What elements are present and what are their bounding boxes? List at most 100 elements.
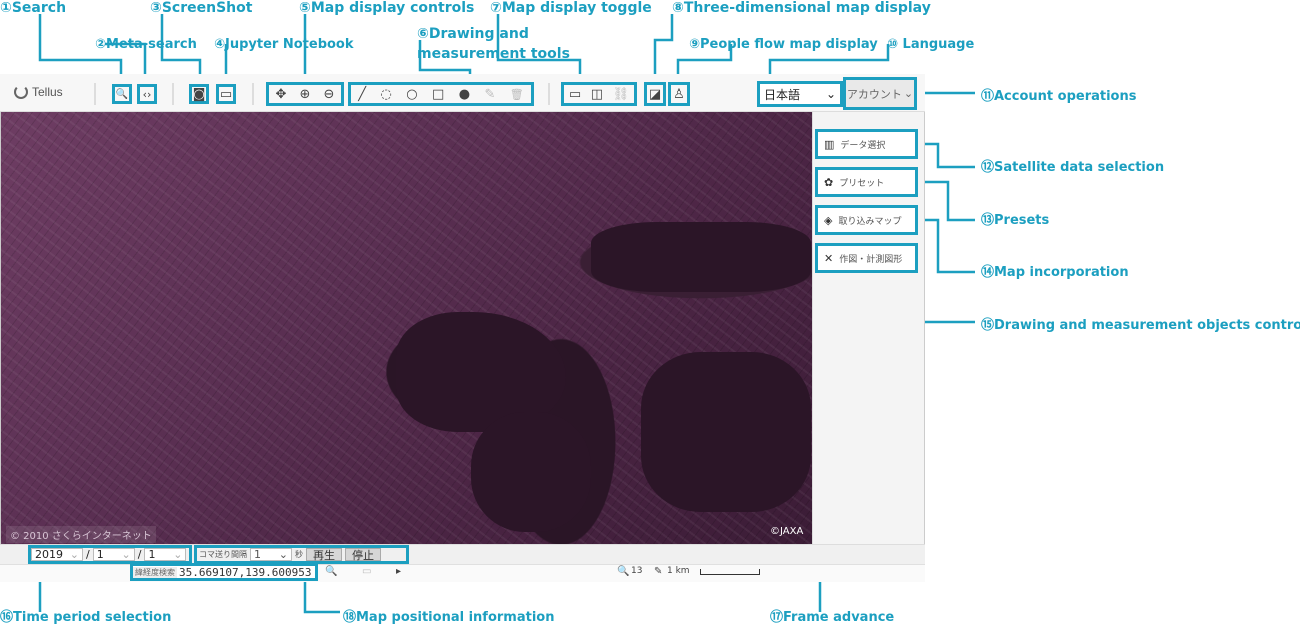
satellite-data-selection-button[interactable]: ▥ データ選択 (815, 129, 918, 159)
month-select[interactable]: 1 ⌄ (92, 548, 135, 561)
meta-search-icon: ‹› (142, 87, 152, 101)
seconds-unit: 秒 (295, 550, 303, 559)
map-display-toggle: ▭ ◫ ⛓ (561, 82, 637, 106)
toolbar-divider (94, 83, 96, 105)
drawing-measurement-tools: ╱ ◌ ○ □ ● ✎ 🗑 (348, 82, 534, 106)
map-credit-left: © 2010 さくらインターネット (6, 526, 156, 543)
person-icon: ♙ (673, 86, 685, 102)
logo-text: Tellus (32, 85, 63, 99)
layers-icon: ◈ (824, 213, 833, 227)
side-btn-label: プリセット (839, 178, 885, 189)
rectangle-tool-icon[interactable]: □ (432, 87, 444, 102)
line-tool-icon[interactable]: ╱ (358, 87, 366, 102)
split-view-icon[interactable]: ◫ (591, 87, 603, 102)
play-button[interactable]: 再生 (306, 548, 342, 562)
water-area (591, 222, 811, 292)
3d-map-button[interactable]: ◪ (644, 82, 666, 106)
callout-meta-search: ②Meta-search (95, 37, 197, 52)
coordinate-input[interactable]: 35.669107,139.600953 (177, 566, 311, 579)
zoom-in-icon[interactable]: ⊕ (300, 87, 311, 102)
map-positional-info: 緯経度検索 35.669107,139.600953 (130, 563, 318, 581)
logo-ring-icon (14, 85, 28, 99)
zoom-level: 13 (631, 566, 643, 576)
date-separator: / (86, 548, 90, 561)
search-icon: 🔍 (115, 88, 129, 100)
stop-button[interactable]: 停止 (345, 548, 381, 562)
chevron-down-icon: ⌄ (69, 548, 79, 561)
callout-map-incorporation: ⑭Map incorporation (981, 265, 1129, 280)
chevron-down-icon: ⌄ (121, 548, 131, 561)
callout-language: ⑩ Language (887, 37, 975, 52)
people-flow-button[interactable]: ♙ (668, 82, 690, 106)
trash-icon[interactable]: 🗑 (510, 88, 524, 101)
year-value: 2019 (35, 548, 63, 561)
side-btn-label: データ選択 (840, 140, 886, 151)
frame-interval-select[interactable]: 1 ⌄ (250, 548, 292, 561)
month-value: 1 (96, 548, 104, 561)
zoom-out-icon[interactable]: ⊖ (324, 87, 335, 102)
callout-display-toggle: ⑦Map display toggle (490, 0, 652, 16)
callout-frame-advance: ⑰Frame advance (770, 610, 895, 625)
pointer-icon[interactable]: ▸ (396, 566, 401, 577)
jupyter-notebook-button[interactable]: ▭ (216, 84, 236, 104)
palette-icon: ✿ (824, 175, 834, 189)
callout-map-controls: ⑤Map display controls (299, 0, 475, 16)
callout-3d-display: ⑧Three-dimensional map display (672, 0, 931, 16)
water-area (641, 352, 811, 512)
copy-icon[interactable]: ▭ (362, 566, 371, 577)
single-view-icon[interactable]: ▭ (569, 87, 581, 102)
zoom-search-icon: 🔍 (617, 566, 630, 577)
callout-presets: ⑬Presets (981, 213, 1050, 228)
move-icon[interactable]: ✥ (276, 87, 287, 102)
frame-advance-controls: コマ送り間隔 1 ⌄ 秒 再生 停止 (194, 545, 409, 564)
screenshot-button[interactable]: ◙ (189, 84, 209, 104)
chevron-down-icon: ⌄ (903, 87, 914, 100)
day-select[interactable]: 1 ⌄ (144, 548, 187, 561)
search-button[interactable]: 🔍 (112, 84, 132, 104)
callout-drawing-tools-line2: measurement tools (417, 46, 570, 62)
side-btn-label: 取り込みマップ (838, 216, 902, 227)
chevron-down-icon: ⌄ (825, 87, 836, 101)
drawing-objects-control-button[interactable]: ✕ 作図・計測図形 (815, 243, 918, 273)
tools-icon: ✕ (824, 251, 834, 265)
language-select[interactable]: 日本語 ⌄ (757, 81, 843, 107)
day-value: 1 (148, 548, 156, 561)
marker-tool-icon[interactable]: ● (459, 87, 470, 102)
map-book-icon: ▥ (824, 137, 835, 151)
link-icon[interactable]: ⛓ (613, 87, 630, 102)
coordinate-search-label: 緯経度検索 (133, 566, 177, 578)
meta-search-button[interactable]: ‹› (137, 84, 157, 104)
search-icon[interactable]: 🔍 (325, 566, 337, 577)
date-separator: / (137, 548, 142, 561)
callout-people-flow: ⑨People flow map display (689, 37, 878, 52)
callout-search: ①Search (0, 0, 67, 16)
map-incorporation-button[interactable]: ◈ 取り込みマップ (815, 205, 918, 235)
callout-satellite: ⑫Satellite data selection (981, 160, 1165, 175)
side-btn-label: 作図・計測図形 (839, 254, 903, 265)
circle-tool-icon[interactable]: ○ (406, 87, 417, 102)
account-label: アカウント (846, 87, 902, 101)
notebook-icon: ▭ (219, 86, 233, 102)
camera-icon: ◙ (192, 86, 206, 102)
map-display-controls: ✥ ⊕ ⊖ (266, 82, 344, 106)
callout-jupyter: ④Jupyter Notebook (214, 37, 354, 52)
presets-button[interactable]: ✿ プリセット (815, 167, 918, 197)
edit-tool-icon[interactable]: ✎ (484, 87, 495, 102)
lasso-tool-icon[interactable]: ◌ (380, 87, 391, 102)
satellite-map[interactable] (1, 112, 812, 544)
chevron-down-icon: ⌄ (173, 548, 183, 561)
callout-time-period: ⑯Time period selection (0, 610, 172, 625)
toolbar-divider (252, 83, 254, 105)
callout-objects-control: ⑮Drawing and measurement objects control (981, 318, 1300, 333)
toolbar-divider (172, 83, 174, 105)
chevron-down-icon: ⌄ (278, 548, 288, 561)
tellus-logo: Tellus (14, 82, 63, 102)
callout-drawing-tools: ⑥Drawing and (417, 26, 529, 42)
scale-label: 1 km (667, 566, 690, 576)
language-value: 日本語 (764, 87, 801, 102)
water-area (471, 412, 591, 532)
callout-map-position: ⑱Map positional information (343, 610, 555, 625)
account-button[interactable]: アカウント ⌄ (843, 77, 917, 110)
callout-screenshot: ③ScreenShot (150, 0, 253, 16)
year-select[interactable]: 2019 ⌄ (31, 548, 83, 561)
